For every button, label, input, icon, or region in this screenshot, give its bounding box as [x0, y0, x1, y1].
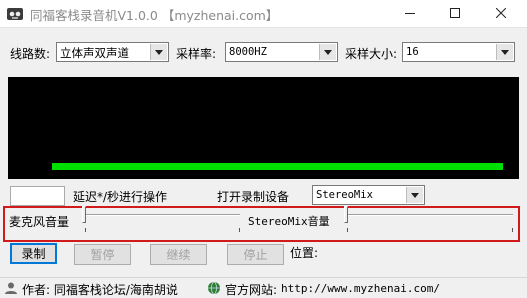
stereomix-volume-thumb[interactable]	[344, 206, 348, 223]
mic-volume-label: 麦克风音量	[9, 215, 70, 229]
pause-button[interactable]: 暂停	[74, 244, 131, 265]
samplesize-select[interactable]: 16	[402, 42, 515, 62]
samplerate-value: 8000HZ	[229, 46, 267, 58]
resume-button[interactable]: 继续	[150, 244, 207, 265]
globe-icon	[207, 281, 221, 298]
channel-value: 立体声双声道	[60, 46, 129, 60]
stop-button[interactable]: 停止	[227, 244, 284, 265]
maximize-icon	[449, 7, 460, 21]
record-button[interactable]: 录制	[10, 243, 57, 264]
mic-tick-max	[239, 228, 240, 232]
chevron-down-icon	[496, 44, 513, 60]
level-meter-bar	[52, 163, 503, 170]
window-title: 同福客栈录音机V1.0.0 【myzhenai.com】	[30, 8, 279, 23]
channel-select[interactable]: 立体声双声道	[56, 42, 169, 62]
chevron-down-icon	[406, 187, 423, 203]
device-select[interactable]: StereoMix	[312, 185, 425, 205]
maximize-button[interactable]	[432, 0, 477, 28]
chevron-down-icon	[150, 44, 167, 60]
person-icon	[4, 281, 18, 298]
channel-label: 线路数:	[10, 47, 51, 61]
stereomix-volume-label: StereoMix音量	[248, 215, 330, 228]
mic-tick-min	[85, 228, 86, 232]
delay-seconds-input[interactable]	[10, 186, 65, 206]
website-label: 官方网站:	[225, 283, 278, 297]
stereomix-tick-min	[347, 228, 348, 232]
position-label: 位置:	[290, 246, 319, 260]
samplerate-select[interactable]: 8000HZ	[225, 42, 338, 62]
mic-volume-thumb[interactable]	[82, 206, 86, 223]
device-value: StereoMix	[316, 189, 373, 201]
minimize-button[interactable]	[387, 0, 432, 28]
close-button[interactable]	[478, 0, 523, 28]
stereomix-tick-max	[512, 228, 513, 232]
samplesize-label: 采样大小:	[345, 47, 398, 61]
minimize-icon	[404, 7, 415, 21]
mic-volume-track[interactable]	[84, 214, 240, 216]
samplesize-value: 16	[406, 46, 419, 58]
delay-label: 延迟*/秒进行操作	[73, 190, 168, 204]
author-text: 作者: 同福客栈论坛/海南胡说	[22, 283, 178, 297]
close-icon	[495, 7, 506, 21]
cassette-recorder-icon	[6, 5, 24, 23]
device-label: 打开录制设备	[217, 190, 290, 204]
chevron-down-icon	[319, 44, 336, 60]
website-link[interactable]: http://www.myzhenai.com/	[281, 282, 440, 295]
stereomix-volume-track[interactable]	[346, 214, 513, 216]
title-bar: 同福客栈录音机V1.0.0 【myzhenai.com】	[0, 0, 527, 28]
status-bar: 作者: 同福客栈论坛/海南胡说 官方网站: http://www.myzhena…	[0, 277, 527, 298]
samplerate-label: 采样率:	[176, 47, 217, 61]
